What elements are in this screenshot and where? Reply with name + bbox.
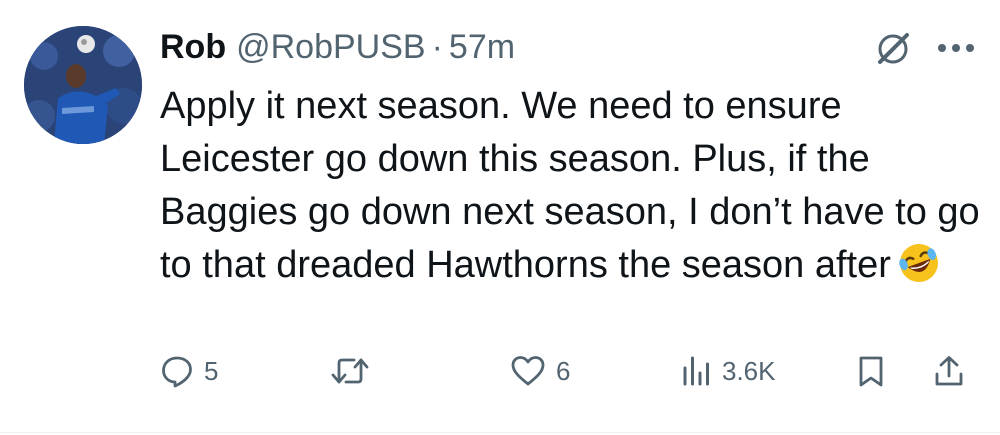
author-handle[interactable]: @RobPUSB [236,24,425,70]
share-button[interactable] [932,346,966,396]
rolling-laughing-emoji [899,244,938,282]
like-count: 6 [556,355,571,386]
retweet-icon [331,358,369,384]
tweet-header: Rob @RobPUSB · 57m [160,24,515,70]
heart-icon [511,356,545,386]
views-count: 3.6K [722,355,776,386]
tweet-text: Apply it next season. We need to ensure … [160,80,980,292]
author-name[interactable]: Rob [160,24,226,70]
bookmark-icon [859,356,883,387]
more-icon[interactable] [934,40,978,56]
separator-dot: · [431,28,443,66]
tweet[interactable]: Rob @RobPUSB · 57m Apply it next season.… [0,0,1000,435]
timestamp[interactable]: 57m [449,24,515,70]
avatar[interactable] [24,26,142,144]
grok-icon[interactable] [874,30,912,68]
views-icon [683,356,709,386]
reply-button[interactable]: 5 [160,346,218,396]
action-bar: 5 6 3.6K [0,346,1000,396]
tweet-divider [0,432,1000,433]
reply-count: 5 [204,355,219,386]
tweet-text-content: Apply it next season. We need to ensure … [160,85,980,286]
share-icon [935,356,963,386]
retweet-button[interactable] [330,346,380,396]
bookmark-button[interactable] [855,346,887,396]
like-button[interactable]: 6 [510,346,570,396]
views-button[interactable]: 3.6K [680,346,776,396]
reply-icon [162,356,192,388]
